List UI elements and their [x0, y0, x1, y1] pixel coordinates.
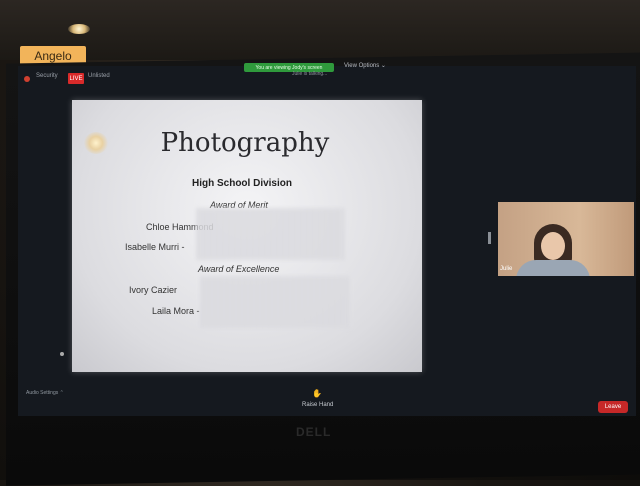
monitor-brand-logo: DELL [296, 425, 332, 439]
slide-division: High School Division [191, 178, 292, 189]
participant-body [516, 260, 590, 276]
room-ceiling [0, 0, 640, 60]
participant-face [541, 232, 565, 260]
talking-indicator: Julie is talking... [292, 71, 328, 77]
live-badge[interactable]: LIVE [68, 73, 84, 84]
winner-name: Isabelle Murri - [125, 242, 185, 252]
audio-settings-button[interactable]: Audio Settings ⌃ [26, 390, 64, 396]
security-label[interactable]: Security [36, 73, 58, 79]
raise-hand-label[interactable]: Raise Hand [302, 402, 333, 408]
redacted-region [200, 276, 350, 328]
ceiling-light [68, 24, 90, 34]
panel-resize-handle[interactable] [488, 232, 491, 244]
stream-label: Unlisted [88, 73, 110, 79]
winner-name: Ivory Cazier [129, 285, 178, 295]
leave-button[interactable]: Leave [598, 401, 628, 413]
view-options-button[interactable]: View Options ⌄ [344, 62, 386, 69]
slide-title: Photography [160, 128, 330, 158]
participant-name: Julie [500, 266, 513, 272]
participant-video[interactable] [498, 202, 634, 276]
redacted-region [196, 208, 344, 260]
winner-name: Laila Mora - [152, 306, 200, 316]
award-excellence-heading: Award of Excellence [198, 264, 280, 274]
status-dot [60, 352, 64, 356]
raise-hand-icon[interactable]: ✋ [312, 389, 322, 398]
security-icon[interactable] [24, 76, 30, 82]
